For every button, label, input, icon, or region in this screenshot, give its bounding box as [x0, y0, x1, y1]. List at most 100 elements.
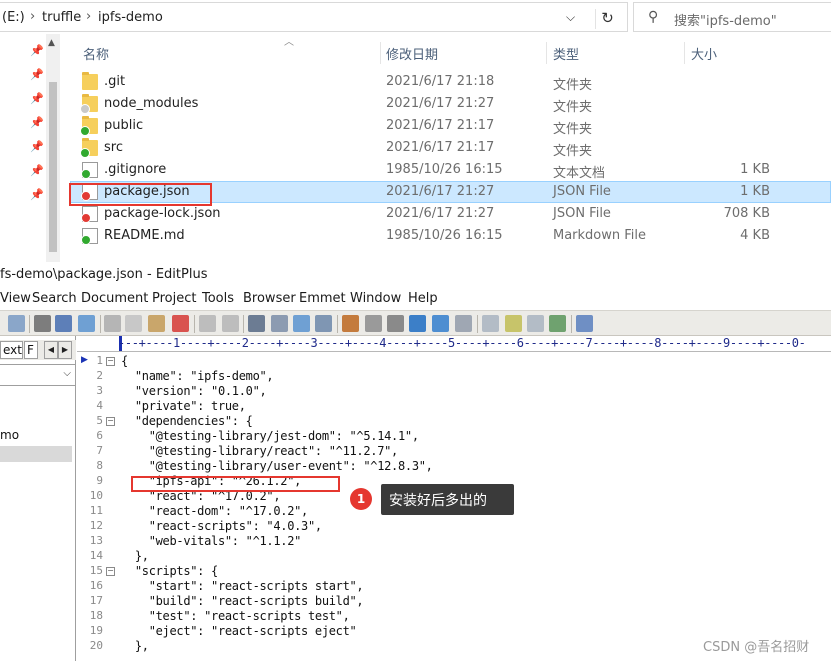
word-wrap-icon[interactable]: [387, 315, 404, 332]
code-line[interactable]: "name": "ipfs-demo",: [121, 369, 274, 383]
column-type[interactable]: 类型: [553, 44, 579, 63]
fold-toggle-icon[interactable]: −: [106, 357, 115, 366]
tab-scroll-left-icon[interactable]: ◀: [44, 341, 58, 359]
directory-dropdown[interactable]: ⌵: [0, 364, 76, 386]
directory-icon[interactable]: [527, 315, 544, 332]
pin-icon[interactable]: 📌: [30, 68, 44, 81]
column-divider[interactable]: [684, 42, 685, 64]
code-line[interactable]: "@testing-library/jest-dom": "^5.14.1",: [121, 429, 419, 443]
menu-tools[interactable]: Tools: [202, 291, 234, 306]
save-icon[interactable]: [8, 315, 25, 332]
menu-document[interactable]: Document: [81, 291, 148, 306]
settings-icon[interactable]: [455, 315, 472, 332]
redo-icon[interactable]: [222, 315, 239, 332]
code-line[interactable]: "private": true,: [121, 399, 246, 413]
window-title-bar[interactable]: fs-demo\package.json - EditPlus: [0, 262, 831, 288]
tree-item[interactable]: mo: [0, 428, 19, 442]
code-line[interactable]: "start": "react-scripts start",: [121, 579, 364, 593]
line-number-icon[interactable]: [409, 315, 426, 332]
file-row-src[interactable]: src 2021/6/17 21:17 文件夹: [70, 137, 831, 159]
menu-window[interactable]: Window: [350, 291, 401, 306]
fold-toggle-icon[interactable]: −: [106, 417, 115, 426]
tab-files[interactable]: F: [24, 341, 38, 359]
file-row-public[interactable]: public 2021/6/17 21:17 文件夹: [70, 115, 831, 137]
nav-scrollbar[interactable]: ▲: [46, 34, 60, 262]
pin-icon[interactable]: 📌: [30, 116, 44, 129]
column-modified[interactable]: 修改日期: [386, 44, 438, 63]
folder-icon: [80, 116, 98, 136]
file-row-package-lock-json[interactable]: package-lock.json 2021/6/17 21:27 JSON F…: [70, 203, 831, 225]
font-icon[interactable]: [342, 315, 359, 332]
goto-line-icon[interactable]: [315, 315, 332, 332]
pin-icon[interactable]: 📌: [30, 140, 44, 153]
scrollbar-thumb[interactable]: [49, 82, 57, 252]
preview-icon[interactable]: [78, 315, 95, 332]
spellcheck-icon[interactable]: [55, 315, 72, 332]
replace-icon[interactable]: [271, 315, 288, 332]
column-divider[interactable]: [546, 42, 547, 64]
menu-project[interactable]: Project: [152, 291, 196, 306]
code-line[interactable]: },: [121, 639, 149, 653]
undo-icon[interactable]: [199, 315, 216, 332]
cliptext-icon[interactable]: [505, 315, 522, 332]
delete-icon[interactable]: [172, 315, 189, 332]
code-line[interactable]: "scripts": {: [121, 564, 218, 578]
code-line[interactable]: },: [121, 549, 149, 563]
code-line[interactable]: "@testing-library/react": "^11.2.7",: [121, 444, 399, 458]
code-line[interactable]: {: [121, 354, 128, 368]
file-row-git[interactable]: .git 2021/6/17 21:18 文件夹: [70, 71, 831, 93]
address-bar[interactable]: (E:) › truffle › ipfs-demo ⌵ ↻: [0, 2, 628, 32]
column-name[interactable]: 名称: [83, 44, 109, 63]
menu-emmet[interactable]: Emmet: [299, 291, 346, 306]
find-in-files-icon[interactable]: [293, 315, 310, 332]
window-icon[interactable]: [482, 315, 499, 332]
paste-icon[interactable]: [148, 315, 165, 332]
chevron-down-icon[interactable]: ⌵: [63, 368, 71, 379]
column-divider[interactable]: [380, 42, 381, 64]
hex-view-icon[interactable]: [365, 315, 382, 332]
tab-cliptext[interactable]: ext: [0, 341, 23, 359]
search-input[interactable]: ⚲ 搜索"ipfs-demo": [633, 2, 831, 32]
copy-icon[interactable]: [125, 315, 142, 332]
code-line[interactable]: "test": "react-scripts test",: [121, 609, 350, 623]
pin-icon[interactable]: 📌: [30, 164, 44, 177]
column-size[interactable]: 大小: [691, 44, 717, 63]
menu-browser[interactable]: Browser: [243, 291, 296, 306]
breadcrumb-truffle[interactable]: truffle: [42, 10, 81, 25]
scroll-up-icon[interactable]: ▲: [48, 38, 55, 48]
code-line[interactable]: "react-scripts": "4.0.3",: [121, 519, 322, 533]
pin-icon[interactable]: 📌: [30, 188, 44, 201]
code-line[interactable]: "react-dom": "^17.0.2",: [121, 504, 309, 518]
pin-icon[interactable]: 📌: [30, 92, 44, 105]
breadcrumb-separator[interactable]: ›: [30, 9, 35, 24]
print-icon[interactable]: [34, 315, 51, 332]
chevron-down-icon[interactable]: ⌵: [566, 10, 575, 25]
code-line[interactable]: "dependencies": {: [121, 414, 253, 428]
breadcrumb-ipfs-demo[interactable]: ipfs-demo: [98, 10, 163, 25]
ruler-icon[interactable]: [432, 315, 449, 332]
tree-item-selected[interactable]: [0, 446, 72, 462]
file-type: 文件夹: [553, 78, 593, 93]
file-row-node-modules[interactable]: node_modules 2021/6/17 21:27 文件夹: [70, 93, 831, 115]
file-row-readme[interactable]: README.md 1985/10/26 16:15 Markdown File…: [70, 225, 831, 247]
menu-help[interactable]: Help: [408, 291, 438, 306]
find-icon[interactable]: [248, 315, 265, 332]
menu-view[interactable]: View: [0, 291, 31, 306]
file-row-gitignore[interactable]: .gitignore 1985/10/26 16:15 文本文档 1 KB: [70, 159, 831, 181]
fold-toggle-icon[interactable]: −: [106, 567, 115, 576]
output-icon[interactable]: [549, 315, 566, 332]
breadcrumb-drive[interactable]: (E:): [2, 10, 25, 25]
code-line[interactable]: "version": "0.1.0",: [121, 384, 267, 398]
tab-scroll-right-icon[interactable]: ▶: [58, 341, 72, 359]
code-line[interactable]: "eject": "react-scripts eject": [121, 624, 357, 638]
code-line[interactable]: "@testing-library/user-event": "^12.8.3"…: [121, 459, 433, 473]
refresh-icon[interactable]: ↻: [595, 9, 619, 29]
help-icon[interactable]: [576, 315, 593, 332]
code-line[interactable]: "web-vitals": "^1.1.2": [121, 534, 302, 548]
breadcrumb-separator[interactable]: ›: [86, 9, 91, 24]
code-line[interactable]: "build": "react-scripts build",: [121, 594, 364, 608]
cut-icon[interactable]: [104, 315, 121, 332]
menu-search[interactable]: Search: [32, 291, 77, 306]
text-file-icon: [81, 162, 98, 179]
pin-icon[interactable]: 📌: [30, 44, 44, 57]
